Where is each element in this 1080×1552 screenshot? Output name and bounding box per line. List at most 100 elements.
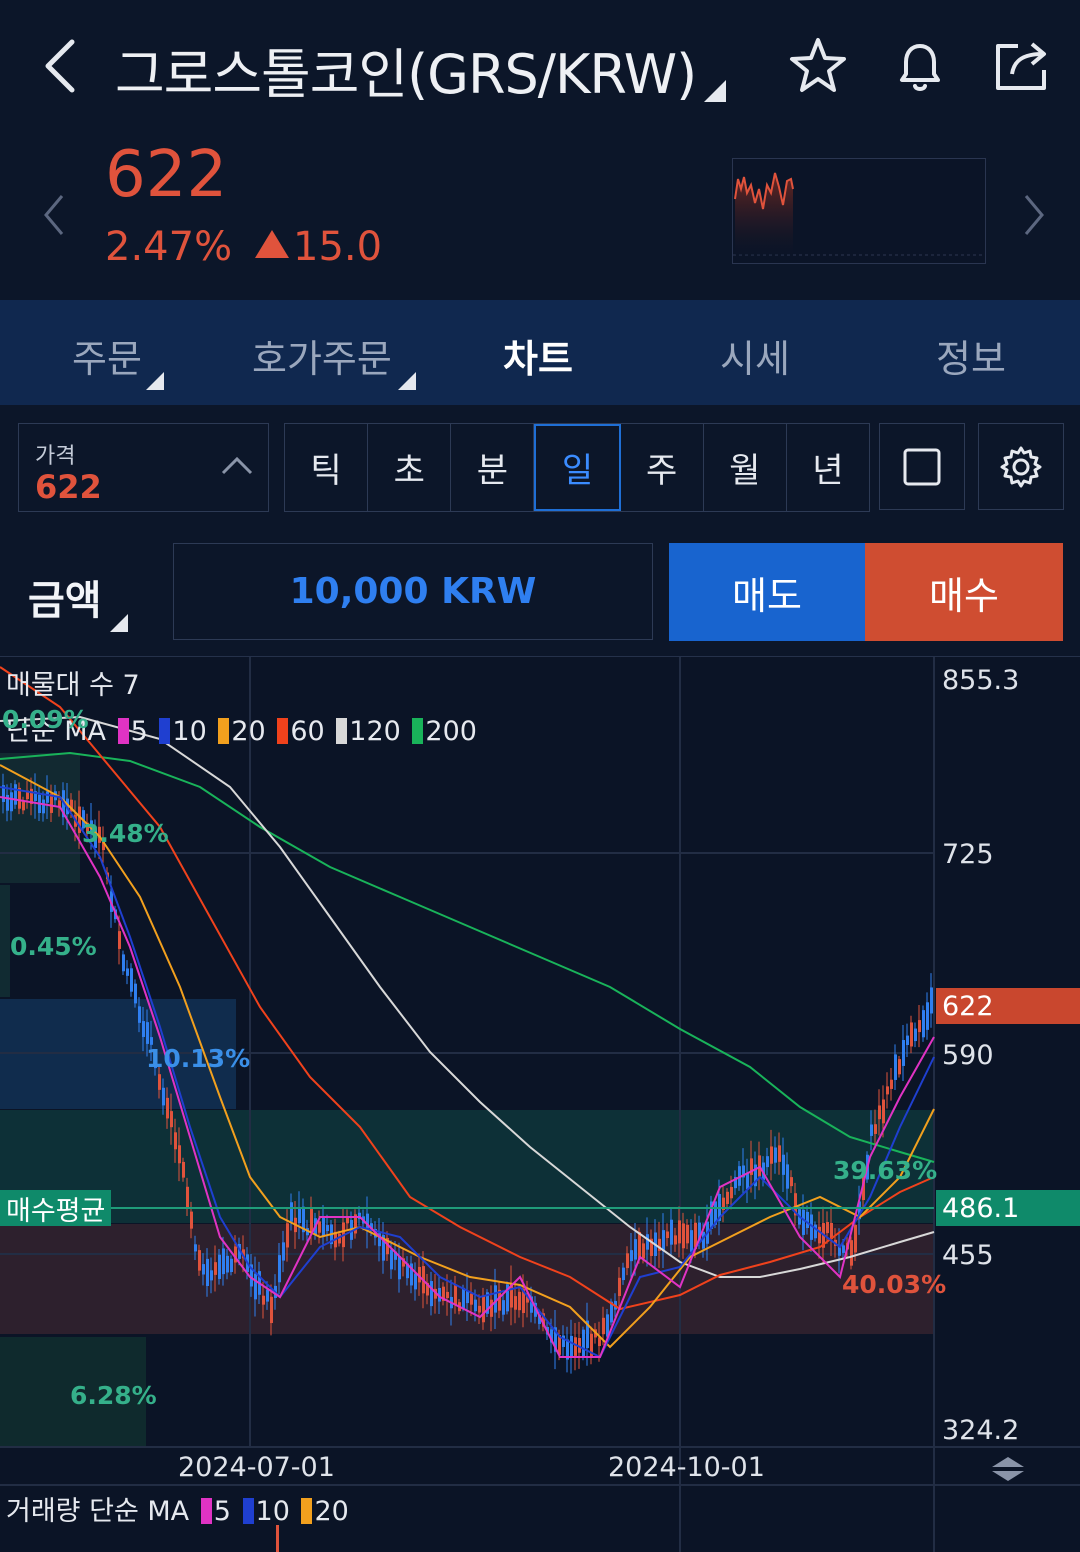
- volume-profile-pct: 6.28%: [70, 1381, 157, 1410]
- candle-body: [502, 1300, 505, 1315]
- buy-button[interactable]: 매수: [865, 543, 1063, 641]
- candle-body: [142, 1021, 145, 1037]
- tab-orderbook-dropdown-icon: [398, 372, 416, 390]
- resize-handle-icon[interactable]: [990, 1455, 1026, 1483]
- vol-ma5-label: 5: [213, 1496, 231, 1527]
- candle-body: [182, 1161, 185, 1178]
- candle-body: [670, 1219, 673, 1245]
- candle-body: [518, 1291, 521, 1311]
- candle-body: [278, 1255, 281, 1283]
- volume-profile-pct: 0.45%: [10, 932, 97, 961]
- ma200-swatch: [412, 718, 424, 744]
- tab-orderbook-order[interactable]: 호가주문: [252, 328, 392, 383]
- candle-body: [130, 968, 133, 992]
- candle-body: [842, 1245, 845, 1253]
- candle-body: [886, 1086, 889, 1095]
- volume-profile-legend: 매물대 수 7: [6, 670, 140, 701]
- period-minute[interactable]: 분: [451, 424, 535, 511]
- period-second[interactable]: 초: [368, 424, 452, 511]
- candle-body: [134, 983, 137, 1004]
- vol-ma10-label: 10: [255, 1496, 290, 1527]
- candle-body: [202, 1264, 205, 1275]
- amount-input[interactable]: 10,000 KRW: [173, 543, 653, 640]
- candle-body: [918, 1020, 921, 1033]
- candle-body: [678, 1220, 681, 1244]
- candle-body: [630, 1250, 633, 1262]
- ma10-label: 10: [172, 716, 207, 747]
- candle-body: [158, 1074, 161, 1090]
- candle-body: [870, 1124, 873, 1136]
- candle-body: [126, 968, 129, 976]
- candle-body: [146, 1022, 149, 1044]
- candle-body: [474, 1299, 477, 1312]
- candle-body: [818, 1226, 821, 1244]
- candle-body: [490, 1299, 493, 1317]
- candle-body: [802, 1209, 805, 1235]
- candle-body: [898, 1059, 901, 1075]
- tab-order[interactable]: 주문: [72, 328, 142, 383]
- chevron-up-icon: [221, 456, 253, 475]
- price-type-selector[interactable]: 가격 622: [18, 423, 269, 512]
- candle-body: [222, 1248, 225, 1275]
- period-selector: 틱 초 분 일 주 월 년: [284, 423, 870, 512]
- ma5-label: 5: [130, 716, 148, 747]
- amount-type-label[interactable]: 금액: [28, 568, 102, 626]
- vol-ma5-swatch: [200, 1498, 212, 1524]
- fullscreen-button[interactable]: [879, 423, 965, 510]
- period-month[interactable]: 월: [704, 424, 787, 511]
- price-type-label: 가격: [35, 444, 76, 469]
- candle-body: [646, 1234, 649, 1250]
- candle-body: [642, 1243, 645, 1259]
- price-type-value: 622: [35, 468, 102, 506]
- candle-body: [322, 1217, 325, 1237]
- candle-body: [194, 1244, 197, 1252]
- ma120-swatch: [336, 718, 348, 744]
- star-icon[interactable]: [786, 34, 850, 98]
- candle-body: [206, 1258, 209, 1287]
- period-day[interactable]: 일: [534, 424, 621, 511]
- period-tick[interactable]: 틱: [285, 424, 369, 511]
- candle-body: [10, 792, 13, 812]
- candle-body: [878, 1105, 881, 1120]
- y-tick: 455: [942, 1240, 994, 1271]
- candle-body: [766, 1156, 769, 1168]
- candle-body: [230, 1258, 233, 1273]
- tab-market[interactable]: 시세: [720, 328, 790, 383]
- x-tick: 2024-10-01: [608, 1452, 765, 1483]
- prev-coin-icon[interactable]: [36, 190, 76, 240]
- candle-body: [198, 1250, 201, 1271]
- volume-ma-legend[interactable]: 거래량 단순 MA 5 10 20: [6, 1489, 349, 1528]
- candle-body: [482, 1295, 485, 1323]
- price-chart[interactable]: 매물대 수 7 단순 MA 5 10 20 60 120 200 0.09% 3…: [0, 656, 1080, 1552]
- coin-title[interactable]: 그로스톨코인(GRS/KRW): [115, 30, 697, 109]
- gear-icon: [1000, 446, 1042, 487]
- candle-body: [638, 1231, 641, 1260]
- candle-body: [894, 1054, 897, 1080]
- candle-body: [138, 1006, 141, 1023]
- y-tick: 590: [942, 1040, 994, 1071]
- vol-ma10-swatch: [242, 1498, 254, 1524]
- candle-body: [634, 1239, 637, 1260]
- candle-body: [770, 1146, 773, 1164]
- next-coin-icon[interactable]: [1014, 190, 1054, 240]
- share-icon[interactable]: [990, 34, 1054, 98]
- candle-body: [414, 1273, 417, 1290]
- bell-icon[interactable]: [888, 34, 952, 98]
- settings-button[interactable]: [978, 423, 1064, 510]
- header: 그로스톨코인(GRS/KRW) 622 2.47% 15.0: [0, 0, 1080, 300]
- period-year[interactable]: 년: [787, 424, 869, 511]
- period-week[interactable]: 주: [621, 424, 704, 511]
- candle-body: [210, 1270, 213, 1281]
- candle-body: [786, 1164, 789, 1189]
- candle-body: [926, 1002, 929, 1030]
- back-arrow-icon[interactable]: [38, 36, 88, 96]
- candle-body: [46, 791, 49, 803]
- title-dropdown-icon[interactable]: [704, 80, 726, 102]
- sell-button[interactable]: 매도: [669, 543, 865, 641]
- tab-info[interactable]: 정보: [936, 328, 1006, 383]
- avg-buy-value-tag: 486.1: [936, 1190, 1080, 1226]
- candle-body: [178, 1145, 181, 1164]
- tab-chart[interactable]: 차트: [503, 328, 573, 383]
- amount-dropdown-icon[interactable]: [110, 614, 128, 632]
- mini-chart[interactable]: [732, 158, 986, 264]
